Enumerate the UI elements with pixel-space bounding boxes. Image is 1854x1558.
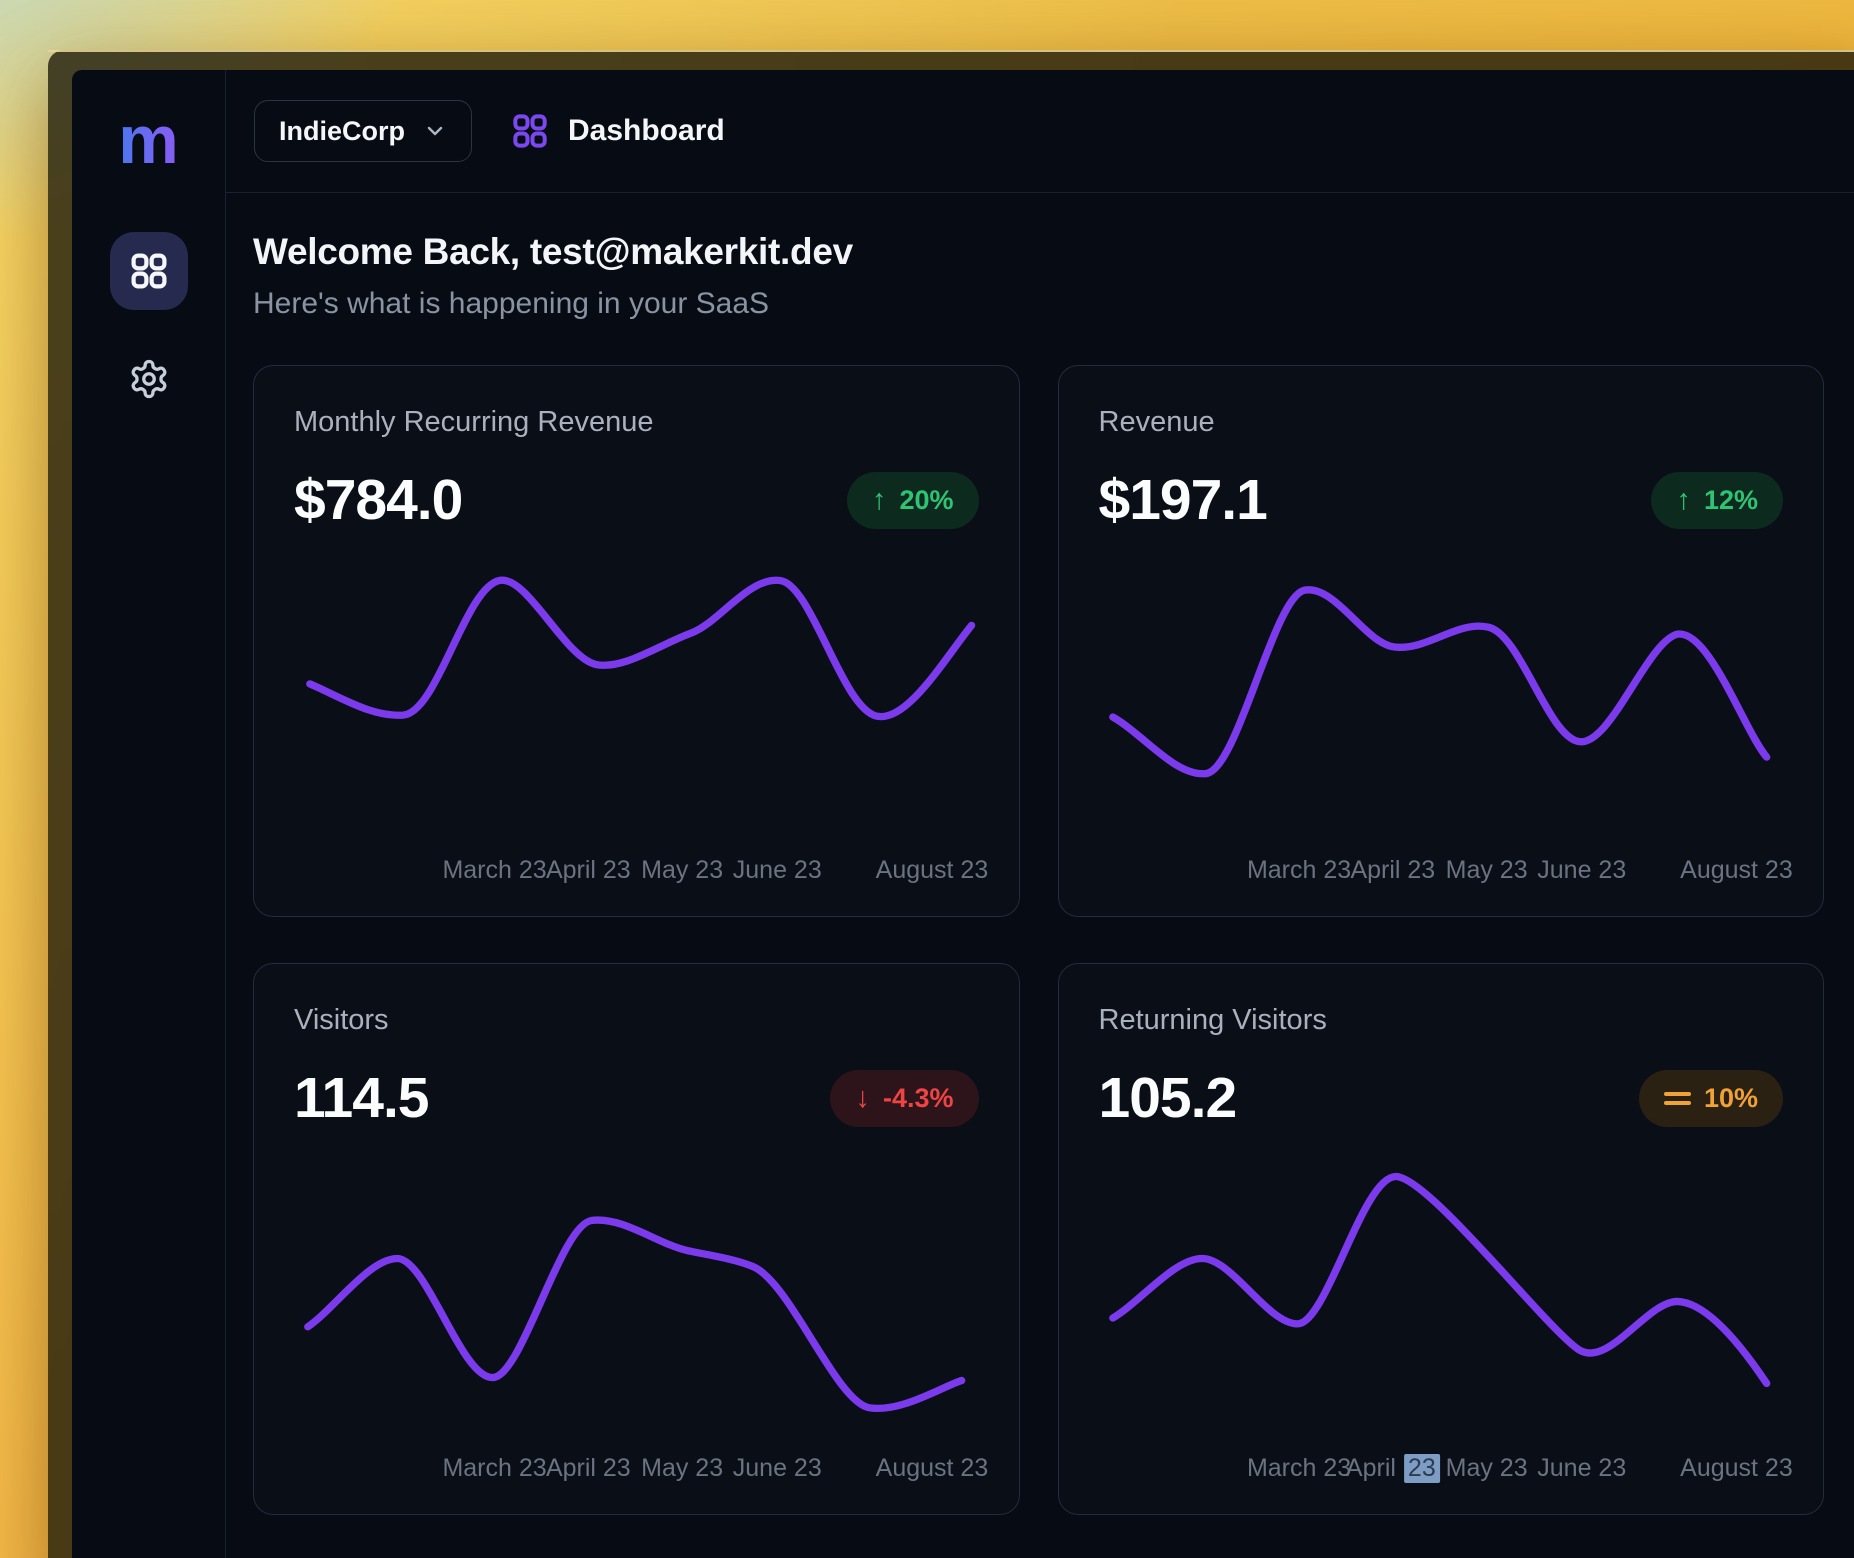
- chart-canvas: [1099, 1157, 1784, 1440]
- grid-icon: [128, 250, 170, 292]
- gear-icon: [128, 358, 170, 400]
- badge-label: 12%: [1704, 485, 1758, 516]
- card-value: 114.5: [294, 1065, 429, 1131]
- team-switcher-button[interactable]: IndieCorp: [254, 100, 472, 162]
- badge-label: 10%: [1704, 1083, 1758, 1114]
- x-tick: June 23: [733, 856, 822, 885]
- card-value: 105.2: [1099, 1065, 1237, 1131]
- metric-card-visitors: Visitors 114.5 ↓ -4.3%: [253, 963, 1020, 1515]
- trend-badge: ↑ 12%: [1651, 472, 1783, 529]
- arrow-down-icon: ↓: [855, 1084, 870, 1113]
- trend-badge: ↑ 20%: [847, 472, 979, 529]
- badge-label: 20%: [899, 485, 953, 516]
- welcome-subheading: Here's what is happening in your SaaS: [253, 287, 1824, 321]
- x-tick: May 23: [641, 856, 723, 885]
- chart-line: [308, 1220, 962, 1408]
- x-tick: April 23: [1350, 856, 1435, 885]
- topbar: IndieCorp Dashboard: [226, 70, 1854, 193]
- chart-canvas: [1099, 559, 1784, 842]
- page-title: Dashboard: [568, 114, 725, 148]
- line-chart: March 23 April 23 May 23 June 23 August …: [294, 1157, 979, 1488]
- card-title: Visitors: [294, 1004, 979, 1037]
- x-tick: March 23: [1247, 856, 1351, 885]
- dashboard-content: Welcome Back, test@makerkit.dev Here's w…: [226, 193, 1854, 1515]
- metric-card-revenue: Revenue $197.1 ↑ 12%: [1058, 365, 1825, 917]
- app-window: m: [48, 50, 1854, 1558]
- chart-canvas: [294, 1157, 979, 1440]
- metrics-grid: Monthly Recurring Revenue $784.0 ↑ 20%: [253, 365, 1824, 1515]
- desktop: { "sidebar": { "logo_text": "m", "items"…: [0, 0, 1854, 1558]
- x-tick: May 23: [1446, 1454, 1528, 1483]
- trend-badge: ↓ -4.3%: [830, 1070, 978, 1127]
- chart-line: [310, 580, 972, 716]
- makerkit-logo[interactable]: m: [118, 106, 178, 174]
- x-tick: August 23: [876, 1454, 989, 1483]
- x-tick: March 23: [1247, 1454, 1351, 1483]
- grid-icon: [510, 111, 550, 151]
- x-tick: June 23: [1537, 1454, 1626, 1483]
- trend-badge: 10%: [1639, 1070, 1783, 1127]
- metric-card-mrr: Monthly Recurring Revenue $784.0 ↑ 20%: [253, 365, 1020, 917]
- x-axis-labels: March 23 April 23 May 23 June 23 August …: [1099, 1454, 1784, 1488]
- card-title: Monthly Recurring Revenue: [294, 406, 979, 439]
- card-title: Returning Visitors: [1099, 1004, 1784, 1037]
- x-tick: August 23: [1680, 1454, 1793, 1483]
- x-tick: March 23: [442, 856, 546, 885]
- arrow-up-icon: ↑: [872, 486, 887, 515]
- x-tick-text: April: [1346, 1454, 1396, 1483]
- x-tick: March 23: [442, 1454, 546, 1483]
- x-tick: June 23: [1537, 856, 1626, 885]
- x-tick: August 23: [1680, 856, 1793, 885]
- chevron-down-icon: [423, 119, 447, 143]
- x-axis-labels: March 23 April 23 May 23 June 23 August …: [294, 856, 979, 890]
- x-tick: August 23: [876, 856, 989, 885]
- x-tick: May 23: [641, 1454, 723, 1483]
- x-tick: April 23: [546, 856, 631, 885]
- x-axis-labels: March 23 April 23 May 23 June 23 August …: [294, 1454, 979, 1488]
- chart-line: [1112, 590, 1766, 774]
- chart-line: [1112, 1176, 1766, 1383]
- sidebar-item-settings[interactable]: [110, 340, 188, 418]
- value-row: $197.1 ↑ 12%: [1099, 467, 1784, 533]
- main-area: IndieCorp Dashboard Welcome Bac: [226, 70, 1854, 1558]
- metric-card-returning-visitors: Returning Visitors 105.2 10%: [1058, 963, 1825, 1515]
- card-value: $784.0: [294, 467, 462, 533]
- sidebar-nav: [110, 232, 188, 418]
- badge-label: -4.3%: [883, 1083, 954, 1114]
- card-title: Revenue: [1099, 406, 1784, 439]
- arrow-up-icon: ↑: [1676, 486, 1691, 515]
- value-row: $784.0 ↑ 20%: [294, 467, 979, 533]
- chart-canvas: [294, 559, 979, 842]
- x-axis-labels: March 23 April 23 May 23 June 23 August …: [1099, 856, 1784, 890]
- line-chart: March 23 April 23 May 23 June 23 August …: [1099, 559, 1784, 890]
- selected-text: 23: [1404, 1454, 1440, 1483]
- card-value: $197.1: [1099, 467, 1267, 533]
- team-name: IndieCorp: [279, 116, 405, 147]
- line-chart: March 23 April 23 May 23 June 23 August …: [294, 559, 979, 890]
- sidebar: m: [72, 70, 226, 1558]
- app-root: m: [72, 70, 1854, 1558]
- x-tick: April 23: [546, 1454, 631, 1483]
- x-tick-april: April 23: [1346, 1454, 1440, 1483]
- x-tick: June 23: [733, 1454, 822, 1483]
- welcome-heading: Welcome Back, test@makerkit.dev: [253, 231, 1824, 273]
- value-row: 114.5 ↓ -4.3%: [294, 1065, 979, 1131]
- line-chart: March 23 April 23 May 23 June 23 August …: [1099, 1157, 1784, 1488]
- sidebar-item-dashboard[interactable]: [110, 232, 188, 310]
- value-row: 105.2 10%: [1099, 1065, 1784, 1131]
- equals-icon: [1664, 1089, 1691, 1108]
- page-heading: Dashboard: [510, 111, 725, 151]
- x-tick: May 23: [1446, 856, 1528, 885]
